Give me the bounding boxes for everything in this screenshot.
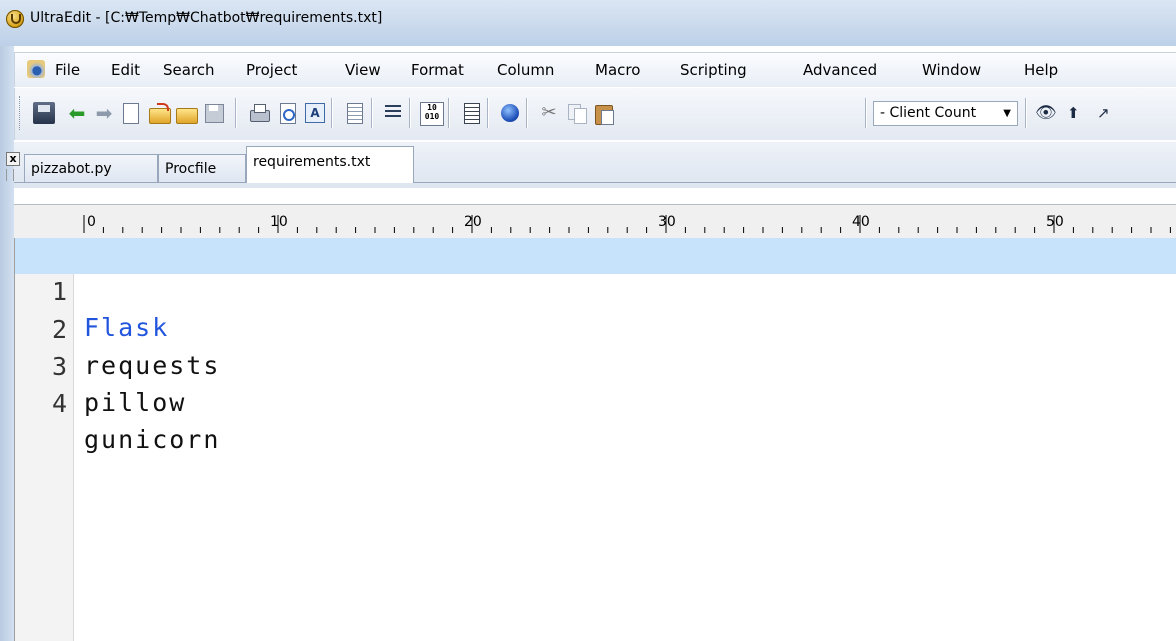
tab-procfile[interactable]: Procfile [158, 154, 246, 182]
title-bar: UltraEdit - [C:₩Temp₩Chatbot₩requirement… [0, 0, 1176, 46]
font-icon[interactable] [303, 102, 325, 124]
cut-icon[interactable]: ✂ [538, 102, 560, 124]
tab-bar-grip[interactable] [6, 169, 14, 181]
menu-format[interactable]: Format [411, 61, 464, 79]
toolbar: ⬅ ➡ 10 010 ✂ - Client Count ▼ 👁 ⬆ ↗ [14, 88, 1176, 140]
arrow-right-icon[interactable]: ➡ [93, 102, 115, 124]
menu-search[interactable]: Search [163, 61, 215, 79]
arrow-left-icon[interactable]: ⬅ [66, 102, 88, 124]
floppy-icon[interactable] [203, 102, 225, 124]
ruler-label: 40 [852, 214, 870, 230]
line-text[interactable]: gunicorn [84, 422, 220, 458]
web-icon[interactable] [499, 102, 521, 124]
editor-line[interactable]: 3 pillow [15, 313, 1176, 417]
menu-bar: File Edit Search Project View Format Col… [14, 52, 1176, 87]
editor-line[interactable]: 1 Flask [15, 238, 1176, 342]
file-tab-bar: x pizzabot.py Procfile requirements.txt [6, 142, 1176, 188]
toolbar-separator [448, 98, 449, 128]
toolbar-separator [409, 98, 410, 128]
client-count-dropdown[interactable]: - Client Count ▼ [873, 101, 1018, 126]
editor-line[interactable]: 4 gunicorn [15, 350, 1176, 454]
column-ruler: 0 10 20 30 40 50 [14, 204, 1176, 239]
toolbar-separator [235, 98, 236, 128]
paste-icon[interactable] [593, 102, 615, 125]
chevron-down-icon[interactable]: ▼ [1003, 102, 1011, 125]
tab-requirements-txt[interactable]: requirements.txt [246, 146, 414, 183]
window-title: UltraEdit - [C:₩Temp₩Chatbot₩requirement… [30, 10, 383, 26]
ruler-label: 10 [270, 214, 288, 230]
menu-scripting[interactable]: Scripting [680, 61, 747, 79]
save-all-icon[interactable] [33, 102, 55, 124]
page-icon[interactable] [343, 102, 365, 124]
menu-column[interactable]: Column [497, 61, 554, 79]
line-text[interactable]: pillow [84, 385, 186, 421]
text-editor[interactable]: 1 Flask 2 requests 3 pillow 4 gunicorn [14, 238, 1176, 641]
ultraedit-app-icon[interactable] [6, 10, 24, 28]
copy-icon[interactable] [566, 102, 588, 124]
ruler-label: 0 [87, 214, 96, 230]
print-icon[interactable] [248, 102, 270, 124]
hex-icon[interactable]: 10 010 [420, 102, 444, 126]
open-folder-icon[interactable] [148, 102, 171, 124]
line-number: 4 [51, 389, 67, 418]
client-count-value: - Client Count [880, 105, 977, 121]
print-preview-icon[interactable] [276, 102, 298, 124]
toolbar-separator [331, 98, 332, 128]
window-left-edge [0, 46, 14, 641]
find-next-icon[interactable]: ↗ [1097, 102, 1119, 124]
new-file-icon[interactable] [119, 102, 141, 124]
toolbar-separator [865, 98, 866, 128]
ruler-label: 30 [658, 214, 676, 230]
editor-line[interactable]: 2 requests [15, 276, 1176, 380]
menu-help[interactable]: Help [1024, 61, 1058, 79]
menu-project[interactable]: Project [246, 61, 297, 79]
toolbar-separator [371, 98, 372, 128]
toolbar-separator [1025, 98, 1026, 128]
word-wrap-icon[interactable] [383, 102, 405, 124]
document-icon[interactable] [27, 60, 45, 78]
menu-file[interactable]: File [55, 61, 80, 79]
column-icon[interactable] [460, 102, 482, 124]
ruler-ticks [83, 215, 1171, 233]
tab-pizzabot-py[interactable]: pizzabot.py [24, 154, 158, 182]
toolbar-separator [526, 98, 527, 128]
ruler-label: 50 [1046, 214, 1064, 230]
menu-view[interactable]: View [345, 61, 381, 79]
menu-edit[interactable]: Edit [111, 61, 140, 79]
toolbar-separator [487, 98, 488, 128]
menu-window[interactable]: Window [922, 61, 981, 79]
find-icon[interactable]: 👁 [1035, 102, 1057, 124]
ruler-scale: 0 10 20 30 40 50 [83, 214, 1171, 233]
toolbar-grip[interactable] [19, 96, 23, 130]
menu-macro[interactable]: Macro [595, 61, 640, 79]
find-prev-icon[interactable]: ⬆ [1067, 102, 1089, 124]
close-icon[interactable]: x [6, 152, 20, 166]
folder-icon[interactable] [175, 102, 198, 124]
ruler-label: 20 [464, 214, 482, 230]
menu-advanced[interactable]: Advanced [803, 61, 877, 79]
